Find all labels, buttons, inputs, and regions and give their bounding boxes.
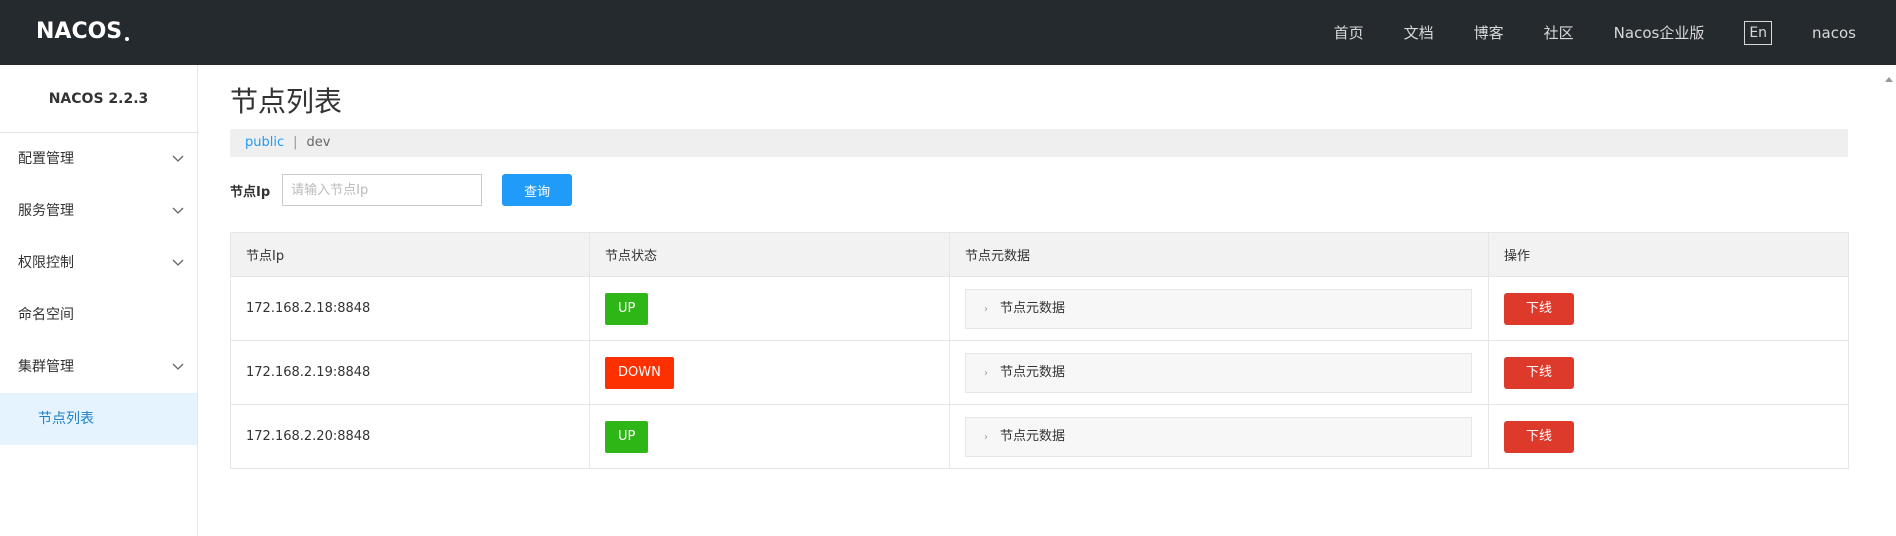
sidebar-item-namespace[interactable]: 命名空间 [0,289,197,341]
metadata-label: 节点元数据 [1000,364,1066,380]
node-action-cell: 下线 [1488,340,1849,405]
nav-blog-link[interactable]: 博客 [1474,22,1504,43]
nav-docs-link[interactable]: 文档 [1404,22,1434,43]
metadata-collapse[interactable]: › 节点元数据 [965,352,1472,393]
chevron-right-icon: › [984,367,988,379]
node-metadata-cell: › 节点元数据 [949,340,1489,405]
node-status-cell: UP [589,404,950,469]
chevron-right-icon: › [984,431,988,443]
namespace-public-link[interactable]: public [245,135,284,150]
offline-button[interactable]: 下线 [1504,356,1574,389]
node-status-cell: UP [589,276,950,341]
logo-dot [125,37,130,41]
metadata-label: 节点元数据 [1000,300,1066,316]
offline-button[interactable]: 下线 [1504,292,1574,325]
column-header-metadata: 节点元数据 [949,232,1489,277]
status-badge: DOWN [605,356,674,389]
top-header: NACOS 首页 文档 博客 社区 Nacos企业版 En nacos [0,0,1896,65]
column-header-status: 节点状态 [589,232,950,277]
query-button[interactable]: 查询 [502,174,573,206]
sidebar-item-label: 集群管理 [18,359,74,375]
node-status-cell: DOWN [589,340,950,405]
chevron-right-icon: › [984,303,988,315]
nacos-logo[interactable]: NACOS [36,18,130,44]
sidebar-item-cluster-management[interactable]: 集群管理 [0,341,197,393]
sidebar-version-title: NACOS 2.2.3 [0,65,197,133]
namespace-dev-link[interactable]: dev [307,135,331,150]
sidebar-item-service-management[interactable]: 服务管理 [0,185,197,237]
sidebar-item-config-management[interactable]: 配置管理 [0,133,197,185]
node-metadata-cell: › 节点元数据 [949,276,1489,341]
nav-home-link[interactable]: 首页 [1334,22,1364,43]
sidebar: NACOS 2.2.3 配置管理 服务管理 权限控制 命名空间 集群管理 节点列… [0,65,198,536]
node-table: 节点Ip 节点状态 节点元数据 操作 172.168.2.18:8848 UP … [230,232,1849,469]
top-nav: 首页 文档 博客 社区 Nacos企业版 En nacos [1294,0,1856,65]
node-ip-label: 节点Ip [230,184,271,200]
sidebar-item-label: 配置管理 [18,151,74,167]
metadata-collapse[interactable]: › 节点元数据 [965,416,1472,457]
filter-form: 节点Ip 查询 [230,174,573,206]
metadata-collapse[interactable]: › 节点元数据 [965,288,1472,329]
status-badge: UP [605,420,649,453]
nav-community-link[interactable]: 社区 [1544,22,1574,43]
node-metadata-cell: › 节点元数据 [949,404,1489,469]
column-header-ip: 节点Ip [230,232,590,277]
user-menu[interactable]: nacos [1812,24,1856,42]
sidebar-item-label: 服务管理 [18,203,74,219]
node-action-cell: 下线 [1488,276,1849,341]
node-ip-cell: 172.168.2.18:8848 [230,276,590,341]
node-action-cell: 下线 [1488,404,1849,469]
status-badge: UP [605,292,649,325]
chevron-down-icon [171,133,185,185]
language-toggle[interactable]: En [1744,20,1773,45]
sidebar-item-access-control[interactable]: 权限控制 [0,237,197,289]
page-title: 节点列表 [230,85,343,118]
table-row: 172.168.2.19:8848 DOWN › 节点元数据 下线 [230,340,1849,405]
metadata-label: 节点元数据 [1000,428,1066,444]
node-ip-input[interactable] [282,174,483,206]
node-ip-cell: 172.168.2.20:8848 [230,404,590,469]
logo-text: NACOS [36,18,123,44]
sidebar-item-node-list[interactable]: 节点列表 [0,393,197,445]
offline-button[interactable]: 下线 [1504,420,1574,453]
sidebar-item-label: 权限控制 [18,255,74,271]
scroll-up-icon[interactable] [1884,75,1894,85]
nav-enterprise-link[interactable]: Nacos企业版 [1614,22,1705,43]
namespace-bar: public | dev [230,129,1848,157]
table-row: 172.168.2.20:8848 UP › 节点元数据 下线 [230,404,1849,469]
namespace-separator: | [293,135,298,150]
sidebar-item-label: 命名空间 [18,307,74,323]
chevron-down-icon [171,185,185,237]
table-row: 172.168.2.18:8848 UP › 节点元数据 下线 [230,276,1849,341]
chevron-down-icon [171,341,185,393]
table-header-row: 节点Ip 节点状态 节点元数据 操作 [230,232,1849,277]
node-ip-cell: 172.168.2.19:8848 [230,340,590,405]
chevron-down-icon [171,237,185,289]
column-header-action: 操作 [1488,232,1849,277]
